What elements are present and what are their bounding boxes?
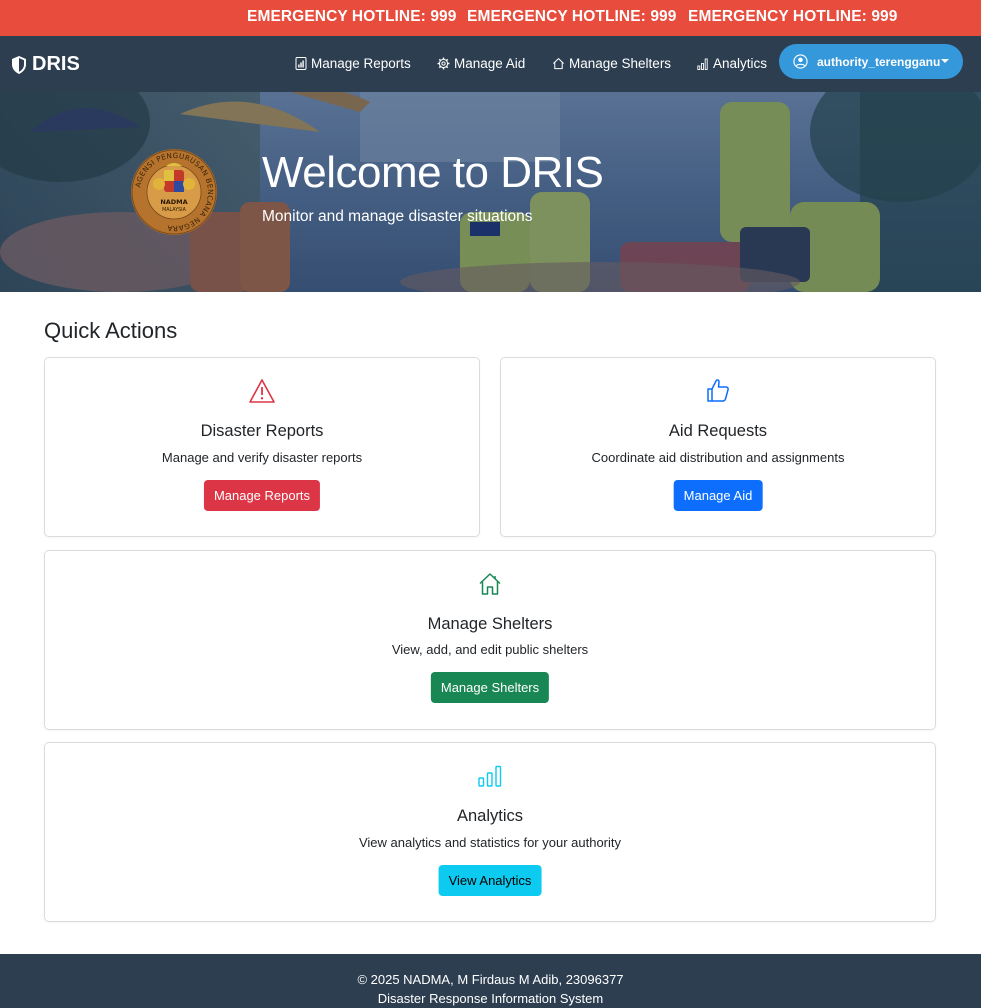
quick-actions-heading: Quick Actions (44, 318, 178, 343)
card-title: Aid Requests (668, 422, 768, 440)
footer-copyright: © 2025 NADMA, M Firdaus M Adib, 23096377 (357, 972, 624, 987)
chevron-down-icon (941, 59, 949, 63)
brand-name: DRIS (32, 53, 80, 75)
logo-title: NADMA (160, 198, 187, 206)
nav-link-label: Manage Aid (454, 56, 526, 71)
report-icon (295, 57, 307, 70)
shield-icon (12, 55, 26, 74)
gear-icon (437, 57, 450, 70)
house-icon (553, 58, 564, 70)
manage-aid-button[interactable]: Manage Aid (673, 480, 763, 511)
footer-system-name: Disaster Response Information System (377, 991, 604, 1006)
manage-shelters-button[interactable]: Manage Shelters (430, 672, 550, 703)
user-circle-icon (793, 54, 808, 69)
warning-triangle-icon (249, 379, 275, 403)
nav-manage-aid[interactable]: Manage Aid (437, 56, 525, 71)
nav-manage-reports[interactable]: Manage Reports (295, 56, 411, 71)
manage-reports-button[interactable]: Manage Reports (203, 480, 321, 511)
footer: © 2025 NADMA, M Firdaus M Adib, 23096377… (0, 954, 981, 1008)
bar-chart-icon (697, 58, 708, 70)
ticker-item: EMERGENCY HOTLINE: 999 (467, 8, 677, 25)
nav-analytics[interactable]: Analytics (697, 56, 767, 71)
ticker-item: EMERGENCY HOTLINE: 999 (247, 8, 457, 25)
user-menu-button[interactable]: authority_terengganu (779, 44, 963, 79)
card-description: View, add, and edit public shelters (391, 642, 589, 657)
logo-subtitle: MALAYSIA (162, 207, 187, 213)
nav-manage-shelters[interactable]: Manage Shelters (552, 56, 671, 71)
ticker-item: EMERGENCY HOTLINE: 999 (688, 8, 898, 25)
card-title: Manage Shelters (427, 615, 553, 633)
card-title: Analytics (456, 807, 524, 825)
card-manage-shelters: Manage Shelters View, add, and edit publ… (44, 550, 936, 730)
card-aid-requests: Aid Requests Coordinate aid distribution… (500, 357, 936, 537)
card-analytics: Analytics View analytics and statistics … (44, 742, 936, 922)
user-name: authority_terengganu (817, 54, 941, 69)
nadma-logo: AGENSI PENGURUSAN BENCANA NEGARA NADMA M… (131, 149, 217, 235)
bar-chart-icon (478, 765, 502, 787)
nav-link-label: Manage Shelters (569, 56, 672, 71)
brand-link[interactable]: DRIS (10, 53, 80, 76)
house-icon (479, 573, 501, 595)
hero-title: Welcome to DRIS (262, 148, 604, 197)
card-description: View analytics and statistics for your a… (358, 835, 622, 850)
card-disaster-reports: Disaster Reports Manage and verify disas… (44, 357, 480, 537)
emergency-ticker: EMERGENCY HOTLINE: 999 EMERGENCY HOTLINE… (0, 0, 981, 36)
card-title: Disaster Reports (200, 422, 324, 440)
nav-link-label: Manage Reports (311, 56, 411, 71)
view-analytics-button[interactable]: View Analytics (438, 865, 542, 896)
nav-link-label: Analytics (713, 56, 768, 71)
hero-subtitle: Monitor and manage disaster situations (262, 208, 533, 225)
card-description: Manage and verify disaster reports (161, 450, 363, 465)
thumbs-up-icon (707, 379, 729, 402)
card-description: Coordinate aid distribution and assignme… (591, 450, 845, 465)
